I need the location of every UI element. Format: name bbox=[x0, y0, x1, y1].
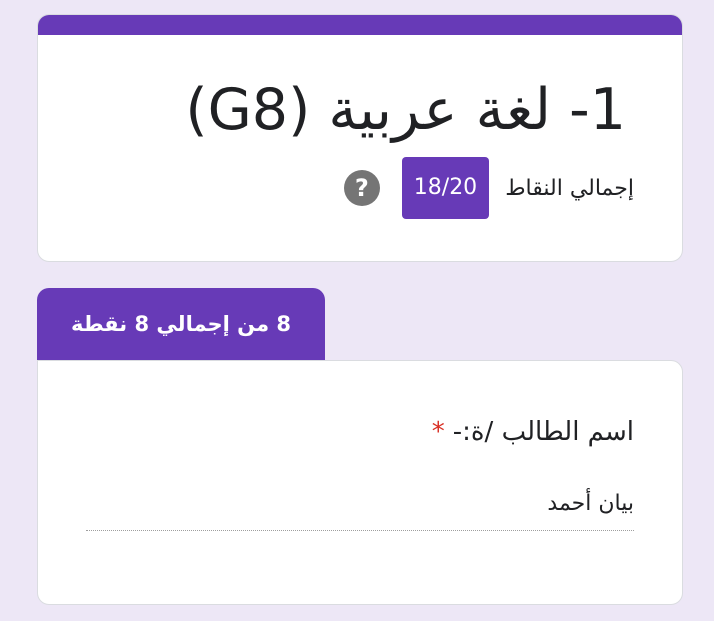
answer-text: بيان أحمد bbox=[547, 491, 634, 516]
header-accent-bar bbox=[38, 15, 682, 35]
score-badge: 18/20 bbox=[401, 157, 490, 219]
form-header-card: 1- لغة عربية (G8) إجمالي النقاط 18/20 ? bbox=[37, 14, 683, 262]
question-label: اسم الطالب /ة:- bbox=[452, 417, 634, 447]
question-title: اسم الطالب /ة:- * bbox=[432, 417, 634, 447]
answer-field: بيان أحمد bbox=[86, 489, 634, 531]
score-label: إجمالي النقاط bbox=[505, 175, 634, 201]
section-points-tab: 8 من إجمالي 8 نقطة bbox=[37, 288, 325, 360]
question-card: اسم الطالب /ة:- * بيان أحمد bbox=[37, 360, 683, 605]
form-title: 1- لغة عربية (G8) bbox=[185, 77, 626, 143]
score-row: إجمالي النقاط 18/20 ? bbox=[343, 157, 634, 219]
help-icon[interactable]: ? bbox=[343, 170, 380, 206]
required-star: * bbox=[431, 417, 445, 447]
